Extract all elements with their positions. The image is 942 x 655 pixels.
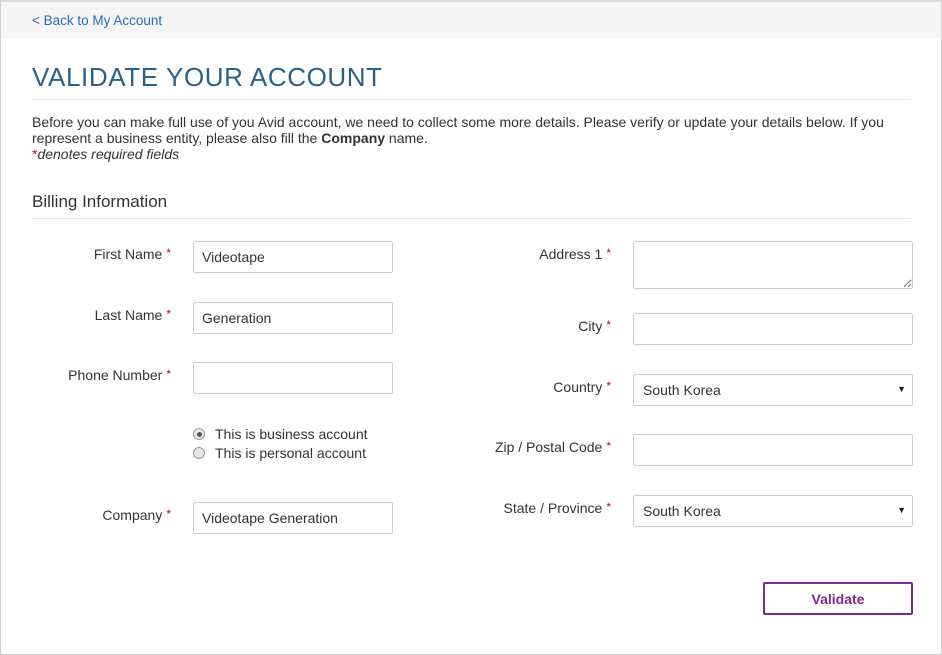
validate-button[interactable]: Validate (763, 582, 913, 615)
required-star: * (166, 367, 171, 381)
last-name-label: Last Name * (95, 307, 171, 323)
state-select-value: South Korea (643, 503, 721, 519)
company-label: Company * (102, 507, 171, 523)
intro-text-part1: Before you can make full use of you Avid… (32, 114, 884, 146)
required-note-text: denotes required fields (37, 146, 180, 162)
address1-label-text: Address 1 (539, 246, 603, 262)
personal-account-option[interactable]: This is personal account (193, 445, 366, 461)
page-frame: < Back to My Account VALIDATE YOUR ACCOU… (0, 0, 942, 655)
city-label: City * (578, 318, 611, 334)
top-bar: < Back to My Account (1, 2, 941, 38)
country-label: Country * (553, 379, 611, 395)
zip-label-text: Zip / Postal Code (494, 439, 603, 455)
triangle-down-icon: ▼ (897, 384, 906, 394)
business-account-option[interactable]: This is business account (193, 426, 368, 442)
personal-account-label: This is personal account (215, 445, 366, 461)
first-name-input[interactable] (193, 241, 393, 273)
required-star: * (606, 379, 611, 393)
page-title: VALIDATE YOUR ACCOUNT (32, 62, 911, 100)
city-label-text: City (578, 318, 603, 334)
intro-text-part2: name. (385, 130, 428, 146)
phone-number-label: Phone Number * (68, 367, 171, 383)
required-star: * (166, 307, 171, 321)
country-label-text: Country (553, 379, 603, 395)
state-label: State / Province * (504, 500, 612, 516)
required-star: * (606, 439, 611, 453)
state-label-text: State / Province (503, 500, 603, 516)
required-star: * (606, 246, 611, 260)
intro-company-bold: Company (321, 130, 386, 146)
zip-input[interactable] (633, 434, 913, 466)
last-name-label-text: Last Name (94, 307, 163, 323)
required-star: * (606, 500, 611, 514)
country-select-value: South Korea (643, 382, 721, 398)
last-name-input[interactable] (193, 302, 393, 334)
required-star: * (606, 318, 611, 332)
back-to-account-link[interactable]: < Back to My Account (32, 13, 162, 28)
company-input[interactable] (193, 502, 393, 534)
address1-label: Address 1 * (539, 246, 611, 262)
zip-label: Zip / Postal Code * (495, 439, 611, 455)
triangle-down-icon: ▼ (897, 505, 906, 515)
required-star: * (166, 246, 171, 260)
billing-section-title: Billing Information (32, 192, 911, 219)
first-name-label-text: First Name (93, 246, 163, 262)
first-name-label: First Name * (94, 246, 171, 262)
required-fields-note: *denotes required fields (32, 146, 911, 162)
main-content: VALIDATE YOUR ACCOUNT Before you can mak… (1, 62, 941, 219)
personal-account-radio[interactable] (193, 447, 205, 459)
phone-number-label-text: Phone Number (68, 367, 163, 383)
phone-number-input[interactable] (193, 362, 393, 394)
intro-text: Before you can make full use of you Avid… (32, 114, 911, 146)
country-select[interactable]: South Korea ▼ (633, 374, 913, 406)
required-star: * (166, 507, 171, 521)
state-select[interactable]: South Korea ▼ (633, 495, 913, 527)
business-account-radio[interactable] (193, 428, 205, 440)
address1-textarea[interactable] (633, 241, 913, 289)
city-input[interactable] (633, 313, 913, 345)
business-account-label: This is business account (215, 426, 368, 442)
company-label-text: Company (102, 507, 163, 523)
